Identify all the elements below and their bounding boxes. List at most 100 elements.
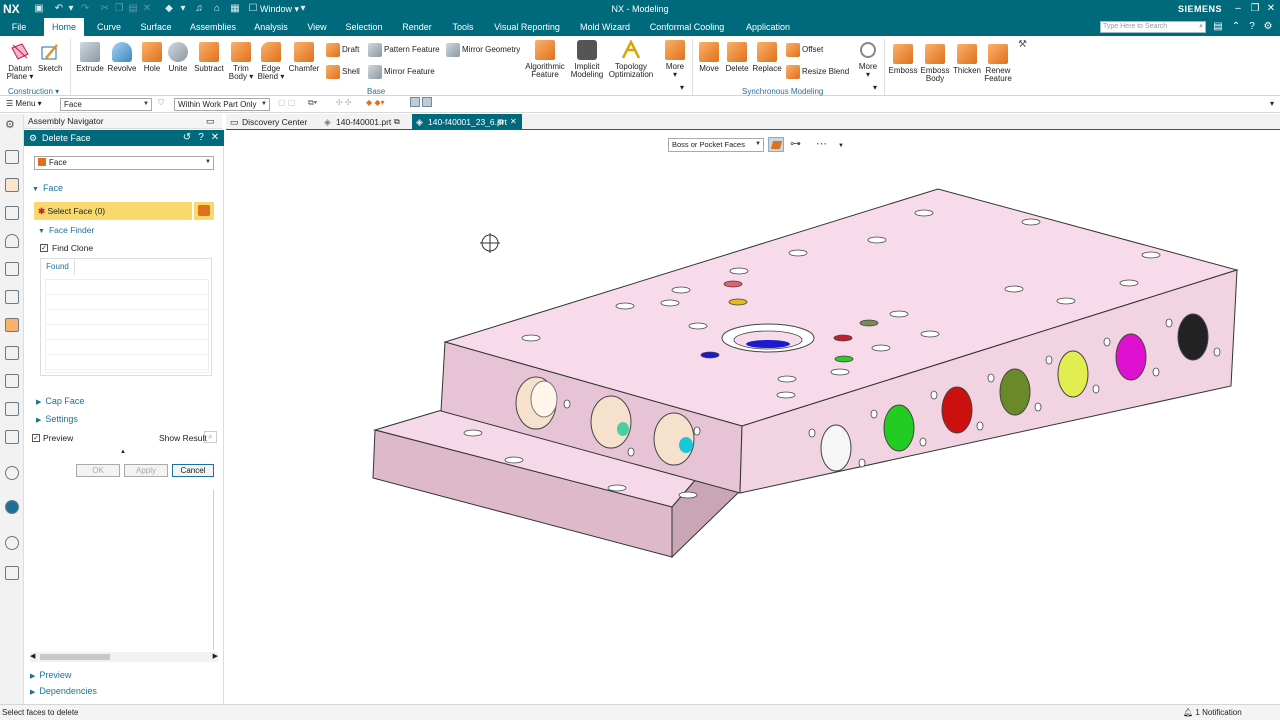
part-model[interactable] [226,131,1280,704]
help-icon[interactable]: ? [196,130,206,146]
unite-button[interactable]: Unite [166,42,190,73]
tab-view[interactable]: View [302,18,332,36]
tab-surface[interactable]: Surface [136,18,176,36]
part-navigator-icon[interactable] [5,150,19,164]
menu-button[interactable]: ☰ Menu ▾ [6,99,42,108]
base-more-button[interactable]: More ▾ [662,40,688,79]
tab-file[interactable]: File [6,18,32,36]
section-settings-header[interactable]: ▶ Settings [36,414,78,424]
thicken-button[interactable]: Thicken [951,44,983,75]
pin-icon[interactable]: ▭ [206,114,215,129]
scroll-left-icon[interactable]: ◀ [30,652,35,660]
tab-tools[interactable]: Tools [446,18,480,36]
resize-blend-button[interactable]: Resize Blend [786,65,849,79]
tab-part-140-f40001[interactable]: ◈ 140-f40001.prt ⧉ [320,114,406,130]
tab-home[interactable]: Home [44,18,84,36]
reuse-library-icon[interactable] [5,234,19,248]
clock-icon[interactable] [5,536,19,550]
delete-face-button[interactable]: Delete [723,42,751,73]
knowledge-fusion-icon[interactable] [5,566,19,580]
selection-intent-icon[interactable]: ⧉▾ [308,98,317,108]
sync-group-dropdown-icon[interactable]: ▾ [873,83,877,92]
select-face-row[interactable]: ✱ Select Face (0) [34,202,192,220]
tab-discovery-center[interactable]: ▭ Discovery Center [226,114,316,130]
scroll-right-icon[interactable]: ▶ [213,652,218,660]
chamfer-button[interactable]: Chamfer [288,42,320,73]
base-group-dropdown-icon[interactable]: ▾ [680,83,684,92]
type-select[interactable]: Face ▼ [34,156,214,170]
sync-more-button[interactable]: More ▾ [855,40,881,79]
view-toggle-icon[interactable] [410,97,433,109]
move-face-button[interactable]: Move [696,42,722,73]
globe-icon[interactable] [5,500,19,514]
tab-application[interactable]: Application [738,18,798,36]
emboss-button[interactable]: Emboss [888,44,918,75]
ribbon-options-icon[interactable]: ▤ [1212,20,1224,34]
close-tab-icon[interactable]: ✕ [510,114,517,130]
datum-plane-button[interactable]: Datum Plane ▾ [5,42,35,81]
tab-selection[interactable]: Selection [342,18,386,36]
help-icon[interactable]: ? [1246,20,1258,34]
apply-button[interactable]: Apply [124,464,168,477]
renew-feature-button[interactable]: Renew Feature [983,44,1013,83]
edge-blend-button[interactable]: Edge Blend ▾ [257,42,285,81]
shell-button[interactable]: Shell [326,65,360,79]
toolbar-overflow-icon[interactable]: ▾ [1270,99,1274,108]
tab-assemblies[interactable]: Assemblies [186,18,240,36]
mirror-feature-button[interactable]: Mirror Feature [368,65,435,79]
collapse-ribbon-icon[interactable]: ⌃ [1230,20,1242,34]
tab-conformal-cooling[interactable]: Conformal Cooling [646,18,728,36]
close-window-icon[interactable]: ✕ [1264,2,1278,16]
reset-icon[interactable]: ↺ [182,130,192,146]
implicit-modeling-button[interactable]: Implicit Modeling [568,40,606,79]
scrollbar-thumb[interactable] [40,654,110,660]
history-icon[interactable] [5,318,19,332]
hd3d-tools-icon[interactable] [5,262,19,276]
collapse-arrow-icon[interactable]: ▲ [120,449,126,455]
web-browser-icon[interactable] [5,290,19,304]
section-cap-face-header[interactable]: ▶ Cap Face [36,396,84,406]
offset-region-button[interactable]: Offset [786,43,823,57]
ok-button[interactable]: OK [76,464,120,477]
face-selector-button[interactable] [194,202,214,220]
tab-analysis[interactable]: Analysis [250,18,292,36]
navigator-list[interactable] [26,490,214,650]
tab-found[interactable]: Found [41,259,75,275]
graphics-viewport[interactable]: Boss or Pocket Faces ▼ ⊶ ⋯ ▼ [226,131,1280,704]
system-scene-icon[interactable] [5,430,19,444]
tab-mold-wizard[interactable]: Mold Wizard [574,18,636,36]
section-face-finder-header[interactable]: ▼ Face Finder [38,225,94,235]
snap-options-icon[interactable]: ◆ ◆▾ [366,98,385,107]
section-dependencies-header[interactable]: ▶ Dependencies [30,686,97,696]
subtract-button[interactable]: Subtract [193,42,225,73]
customize-ribbon-icon[interactable]: ⚒ [1018,39,1027,50]
roles-icon[interactable] [5,402,19,416]
topology-optimization-button[interactable]: Topology Optimization [608,39,654,79]
trim-body-button[interactable]: Trim Body ▾ [228,42,254,81]
gear-icon[interactable]: ⚙ [29,130,37,146]
show-result-icon[interactable]: ⌕ [204,431,217,443]
palette-icon[interactable] [5,466,19,480]
constraint-navigator-icon[interactable] [5,206,19,220]
settings-icon[interactable]: ⚙ [1262,20,1274,34]
command-search-input[interactable]: Type Here to Search ⌕ [1100,21,1206,33]
tab-visual-reporting[interactable]: Visual Reporting [490,18,564,36]
process-studio-icon[interactable] [5,374,19,388]
sketch-button[interactable]: Sketch [38,42,62,73]
revolve-button[interactable]: Revolve [107,42,137,73]
resource-settings-icon[interactable]: ⚙ [5,118,19,132]
selection-scope-select[interactable]: Within Work Part Only ▼ [174,98,270,111]
hole-button[interactable]: Hole [140,42,164,73]
system-materials-icon[interactable] [5,346,19,360]
mirror-geometry-button[interactable]: Mirror Geometry [446,43,520,57]
horizontal-scrollbar[interactable]: ◀ ▶ [30,652,218,662]
notification-button[interactable]: 🔔︎ 1 Notification [1183,705,1242,720]
pattern-feature-button[interactable]: Pattern Feature [368,43,440,57]
section-preview-header[interactable]: ▶ Preview [30,670,71,680]
cancel-button[interactable]: Cancel [172,464,214,477]
section-face-header[interactable]: ▼ Face [32,183,63,193]
tab-curve[interactable]: Curve [92,18,126,36]
preview-checkbox[interactable]: ✓ [32,434,40,442]
algorithmic-feature-button[interactable]: Algorithmic Feature [524,40,566,79]
found-list[interactable] [45,279,209,373]
